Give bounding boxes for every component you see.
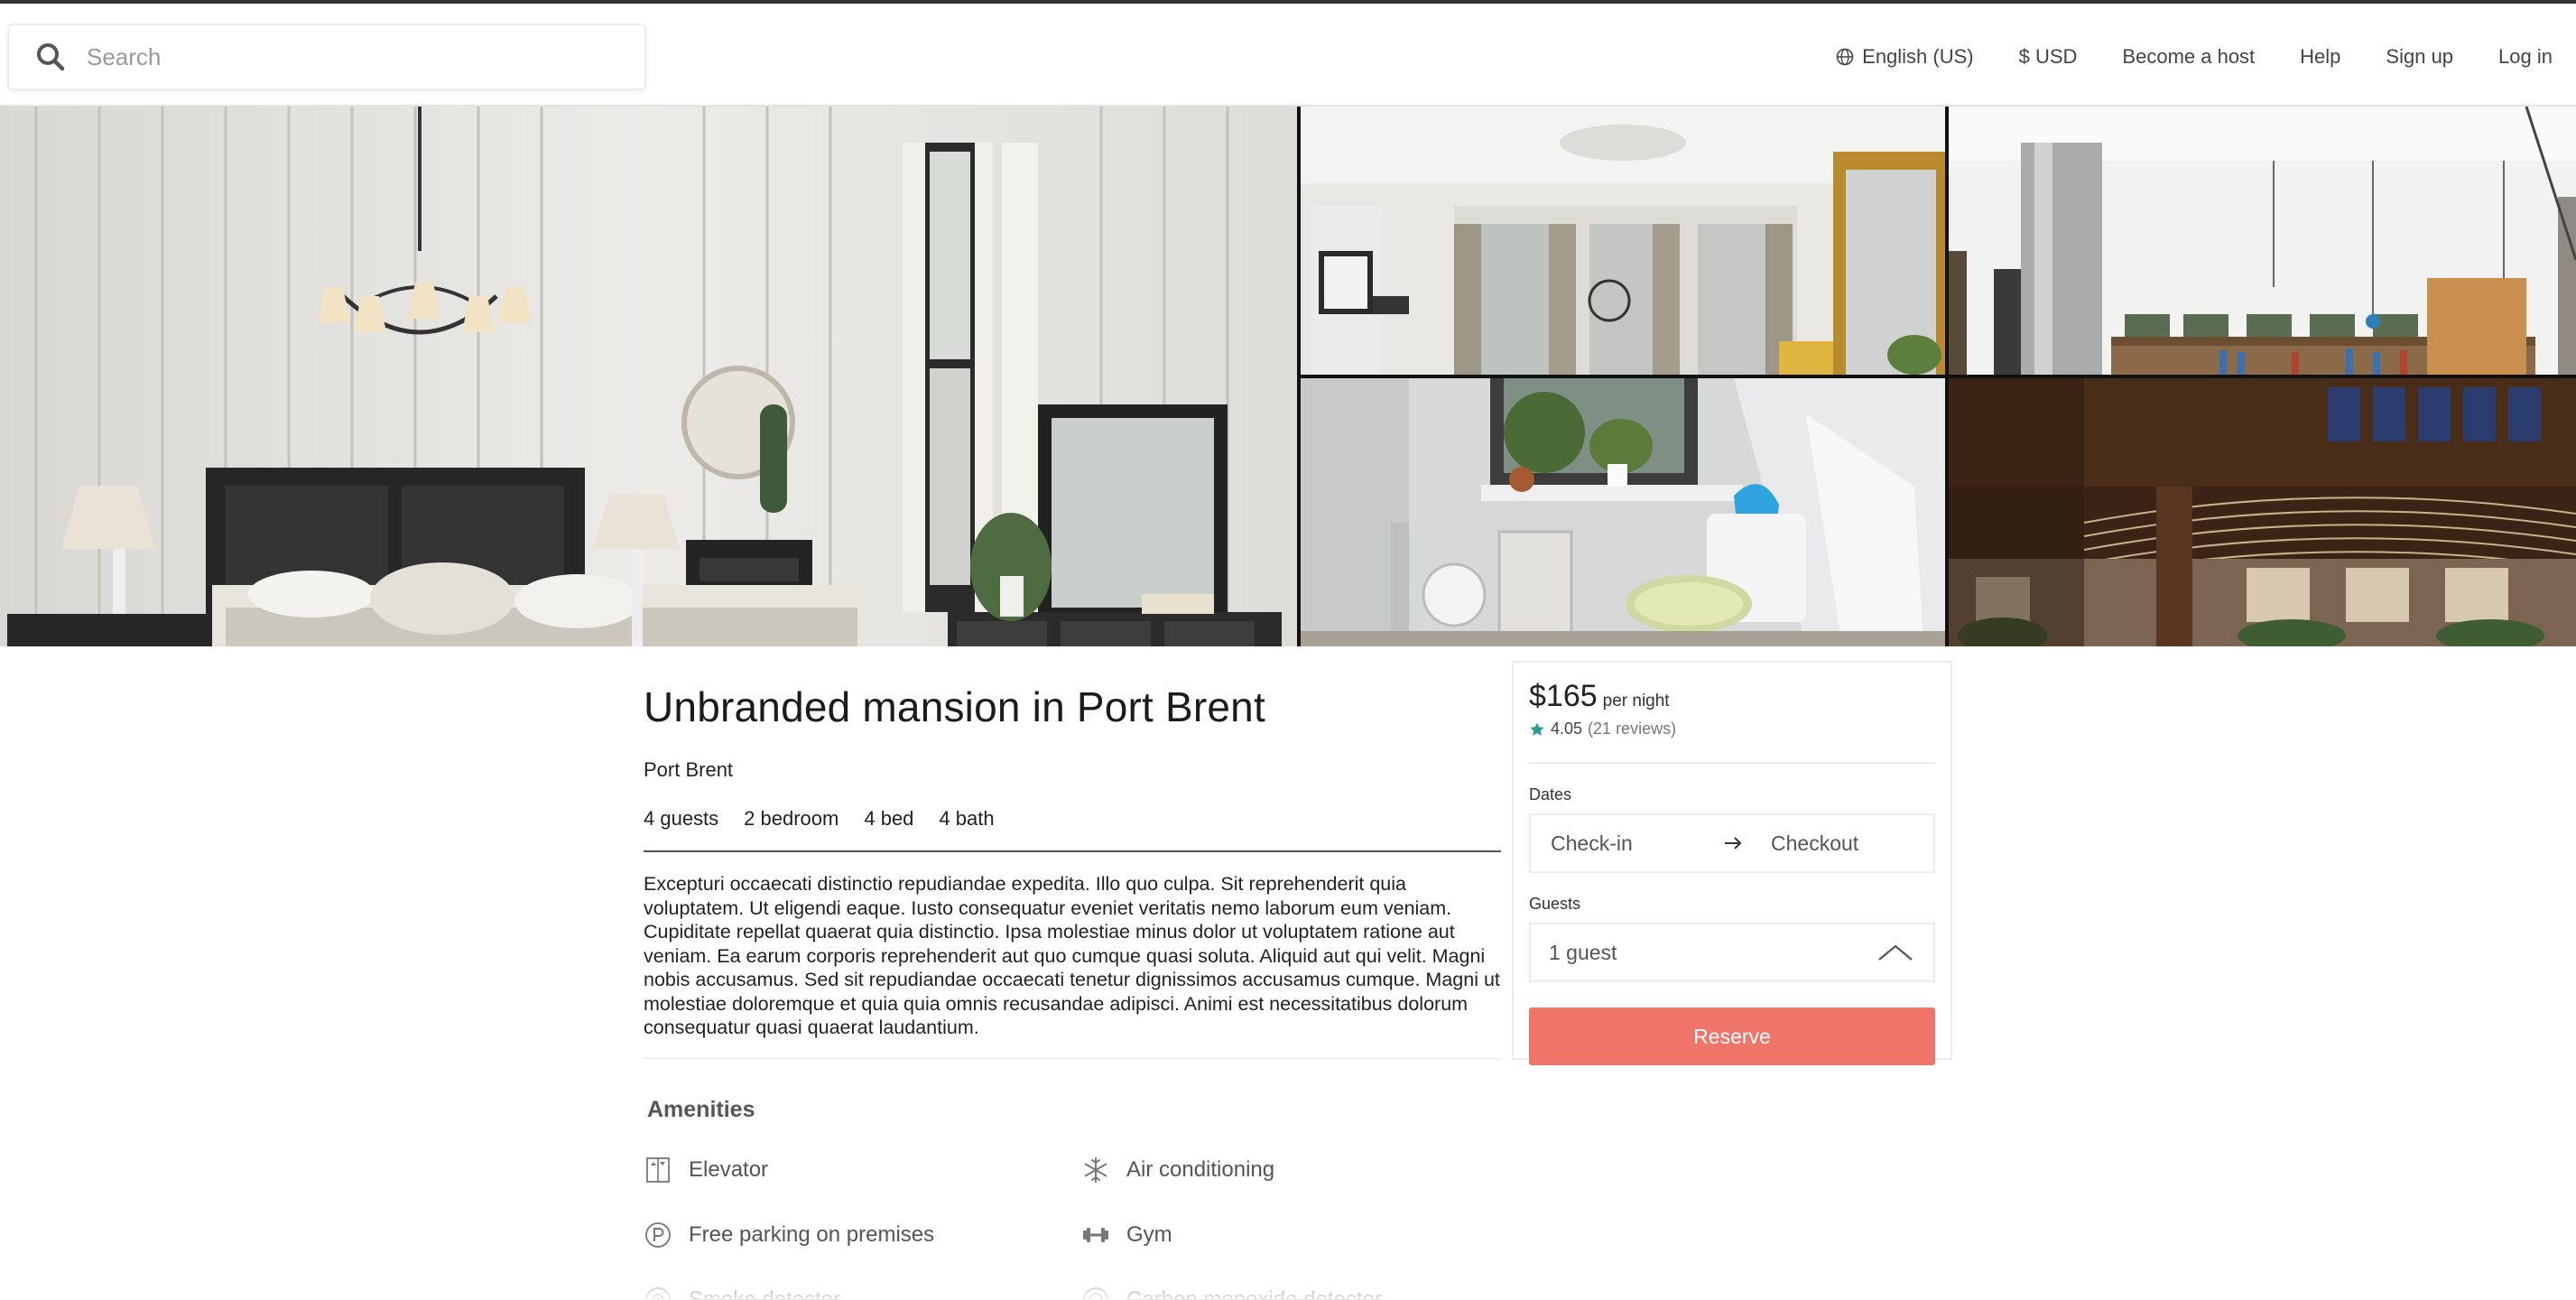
language-label: English (US) xyxy=(1862,45,1974,68)
photo-atrium[interactable] xyxy=(1949,378,2576,646)
amenity-elevator: Elevator xyxy=(644,1156,1081,1184)
amenity-carbon-monoxide-detector: Carbon monoxide detector xyxy=(1081,1286,1496,1300)
become-host-link[interactable]: Become a host xyxy=(2122,45,2255,69)
search-icon xyxy=(32,39,69,75)
fact-beds: 4 bed xyxy=(864,807,914,830)
amenity-label: Carbon monoxide detector xyxy=(1126,1286,1382,1300)
nightly-price: $165 xyxy=(1529,679,1598,713)
photo-kitchen[interactable] xyxy=(1949,107,2576,375)
dates-picker[interactable]: Check-in Checkout xyxy=(1529,813,1935,873)
amenities-list: Elevator Air conditioning Free parking o… xyxy=(644,1156,1501,1300)
reserve-button[interactable]: Reserve xyxy=(1529,1008,1935,1065)
globe-icon xyxy=(1835,47,1855,67)
parking-icon xyxy=(644,1221,672,1249)
guests-selector[interactable]: 1 guest xyxy=(1529,923,1935,982)
photo-living-room[interactable] xyxy=(1301,107,1945,375)
per-night-label: per night xyxy=(1602,692,1670,710)
photo-gallery xyxy=(0,107,2576,646)
listing-facts: 4 guests 2 bedroom 4 bed 4 bath xyxy=(644,807,1501,852)
login-link[interactable]: Log in xyxy=(2498,45,2553,69)
amenity-label: Elevator xyxy=(689,1156,769,1182)
amenity-label: Air conditioning xyxy=(1126,1156,1275,1182)
top-nav: English (US) $ USD Become a host Help Si… xyxy=(1835,27,2553,87)
fact-guests: 4 guests xyxy=(644,807,719,830)
elevator-icon xyxy=(644,1156,672,1184)
price-line: $165 per night xyxy=(1529,679,1935,714)
photo-bathroom[interactable] xyxy=(1301,378,1945,646)
header: English (US) $ USD Become a host Help Si… xyxy=(0,4,2576,107)
amenity-gym: Gym xyxy=(1081,1221,1496,1249)
rating: 4.05 (21 reviews) xyxy=(1529,720,1935,738)
listing-description: Excepturi occaecati distinctio repudiand… xyxy=(644,872,1501,1059)
guests-value: 1 guest xyxy=(1549,940,1617,964)
checkout-field[interactable]: Checkout xyxy=(1771,831,1858,856)
rating-value: 4.05 xyxy=(1551,720,1583,738)
guests-label: Guests xyxy=(1529,895,1581,913)
snowflake-icon xyxy=(1081,1156,1110,1184)
amenity-label: Gym xyxy=(1126,1221,1172,1247)
booking-card: $165 per night 4.05 (21 reviews) Dates C… xyxy=(1512,661,1952,1065)
photo-bedroom[interactable] xyxy=(0,107,1297,646)
search-bar[interactable] xyxy=(7,23,646,90)
co-detector-icon xyxy=(1081,1286,1110,1300)
help-link[interactable]: Help xyxy=(2300,45,2340,69)
fact-baths: 4 bath xyxy=(939,807,995,830)
currency-selector[interactable]: $ USD xyxy=(2019,45,2078,69)
amenity-air-conditioning: Air conditioning xyxy=(1081,1156,1496,1184)
divider xyxy=(1529,762,1935,764)
smoke-detector-icon xyxy=(644,1286,672,1300)
dumbbell-icon xyxy=(1081,1221,1110,1249)
amenity-smoke-detector: Smoke detector xyxy=(644,1286,1081,1300)
amenity-label: Smoke detector xyxy=(689,1286,841,1300)
chevron-up-icon[interactable] xyxy=(1876,942,1915,963)
checkin-field[interactable]: Check-in xyxy=(1551,831,1713,856)
arrow-right-icon xyxy=(1722,832,1744,854)
signup-link[interactable]: Sign up xyxy=(2386,45,2453,69)
amenities-heading: Amenities xyxy=(647,1096,755,1122)
dates-label: Dates xyxy=(1529,785,1572,803)
star-icon xyxy=(1529,721,1545,738)
amenity-label: Free parking on premises xyxy=(689,1221,935,1247)
listing-title: Unbranded mansion in Port Brent xyxy=(644,683,1265,730)
listing-details: Unbranded mansion in Port Brent Port Bre… xyxy=(644,668,1501,1300)
listing-location: Port Brent xyxy=(644,758,734,781)
amenity-free-parking: Free parking on premises xyxy=(644,1221,1081,1249)
search-input[interactable] xyxy=(87,42,592,71)
language-selector[interactable]: English (US) xyxy=(1835,45,1974,69)
review-count-link[interactable]: (21 reviews) xyxy=(1588,720,1676,738)
fact-bedrooms: 2 bedroom xyxy=(744,807,839,830)
